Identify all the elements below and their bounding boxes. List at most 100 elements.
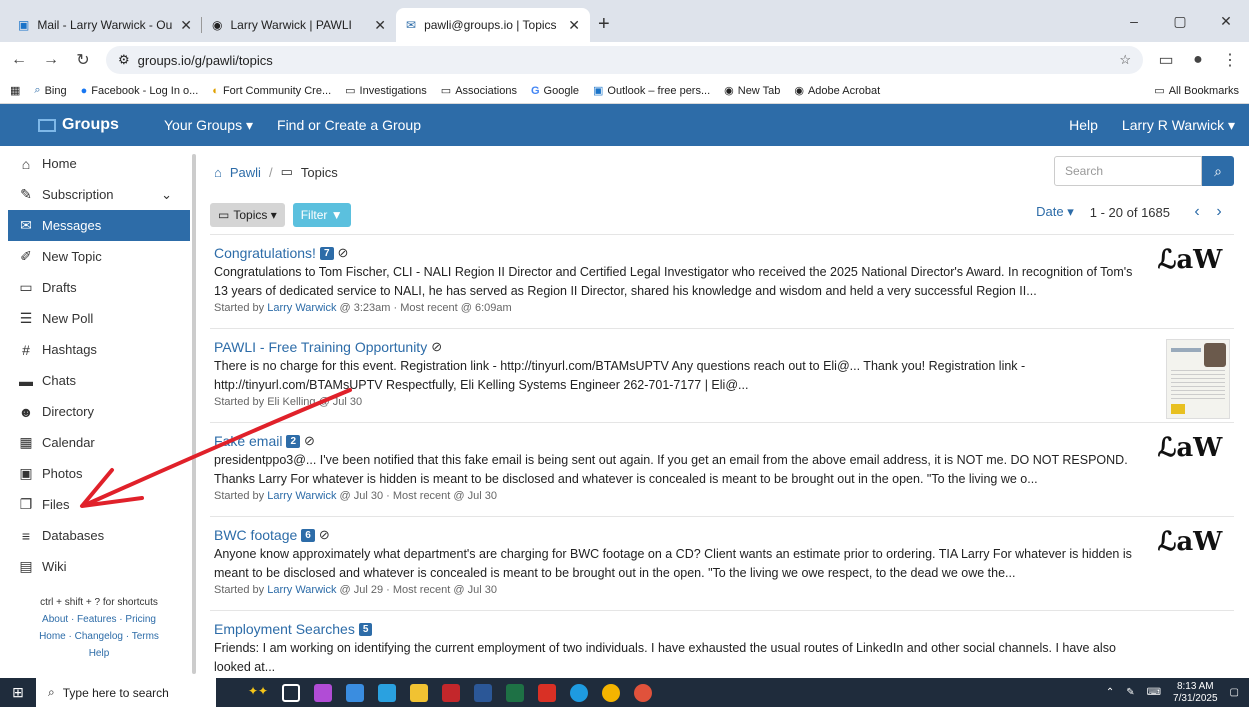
chevron-down-icon[interactable]: ⌄ — [161, 187, 172, 203]
sidebar-item-messages[interactable]: ✉ Messages — [8, 210, 190, 241]
user-menu[interactable]: Larry R Warwick ▾ — [1122, 117, 1235, 134]
bookmark-label: Fort Community Cre... — [222, 84, 332, 97]
filter-button[interactable]: Filter ▼ — [292, 203, 351, 227]
find-group-link[interactable]: Find or Create a Group — [277, 117, 421, 133]
page-nav: ‹ › — [1186, 203, 1230, 221]
attachment-thumbnail[interactable] — [1166, 339, 1230, 419]
url-field[interactable]: ⚙ groups.io/g/pawli/topics ☆ — [106, 46, 1143, 74]
chrome-icon[interactable] — [602, 683, 621, 702]
chrome-profile-icon[interactable] — [634, 683, 653, 702]
bookmark-investigations[interactable]: ▭ Investigations — [345, 84, 427, 98]
edge-icon[interactable] — [570, 683, 589, 702]
pen-icon[interactable]: ✎ — [1126, 687, 1134, 698]
bookmark-associations[interactable]: ▭ Associations — [441, 84, 517, 98]
sidebar-item-new-poll[interactable]: ☰ New Poll — [8, 303, 190, 334]
explorer-icon[interactable] — [410, 683, 429, 702]
topic-author[interactable]: Larry Warwick — [267, 490, 336, 502]
sort-date-dropdown[interactable]: Date ▾ — [1036, 204, 1074, 220]
topic-title[interactable]: Employment Searches — [214, 621, 355, 637]
topic-row[interactable]: BWC footage 6 ⊘ Anyone know approximately w… — [210, 516, 1234, 610]
sidebar-item-directory[interactable]: ☻ Directory — [8, 396, 190, 427]
sidebar-item-wiki[interactable]: ▤ Wiki — [8, 551, 190, 582]
topic-title[interactable]: PAWLI - Free Training Opportunity — [214, 339, 427, 355]
sidebar-footer: ctrl + shift + ? for shortcuts About · Fe… — [8, 594, 190, 662]
forward-icon[interactable]: → — [42, 51, 60, 69]
access-icon[interactable] — [442, 683, 461, 702]
topic-author[interactable]: Larry Warwick — [267, 584, 336, 596]
copilot-icon[interactable] — [314, 683, 333, 702]
sidebar-item-calendar[interactable]: ▦ Calendar — [8, 427, 190, 458]
help-link[interactable]: Help — [1069, 117, 1098, 134]
sidebar-item-home[interactable]: ⌂ Home — [8, 148, 190, 179]
topic-row[interactable]: Congratulations! 7 ⊘ Congratulations to Tom… — [210, 234, 1234, 328]
menu-icon[interactable]: ⋮ — [1221, 50, 1239, 70]
search-input[interactable]: Search — [1054, 156, 1202, 186]
topic-row[interactable]: Fake email 2 ⊘ presidentppo3@... I've been … — [210, 422, 1234, 516]
footer-links[interactable]: Home · Changelog · Terms — [8, 628, 190, 645]
tab-groups-topics[interactable]: ✉ pawli@groups.io | Topics ✕ — [396, 8, 590, 42]
excel-icon[interactable] — [506, 683, 525, 702]
topics-dropdown[interactable]: ▭ Topics ▾ — [210, 203, 285, 227]
taskbar-search[interactable]: ⌕ Type here to search — [36, 678, 216, 707]
new-tab-button[interactable]: + — [598, 13, 610, 36]
close-icon[interactable]: ✕ — [374, 17, 386, 34]
task-view-icon[interactable] — [282, 683, 301, 702]
topic-title[interactable]: BWC footage — [214, 527, 297, 543]
sidebar-item-databases[interactable]: ≡ Databases — [8, 520, 190, 551]
site-info-icon[interactable]: ⚙ — [118, 52, 130, 68]
sidebar-item-photos[interactable]: ▣ Photos — [8, 458, 190, 489]
topics-icon: ▭ — [280, 164, 293, 179]
breadcrumb-group[interactable]: Pawli — [230, 165, 261, 180]
topic-author[interactable]: Larry Warwick — [267, 302, 336, 314]
bookmark-fort[interactable]: ◐ Fort Community Cre... — [212, 85, 331, 97]
tab-pawli[interactable]: ◉ Larry Warwick | PAWLI ✕ — [202, 8, 396, 42]
groups-logo[interactable]: Groups — [14, 116, 164, 134]
clock[interactable]: 8:13 AM 7/31/2025 — [1173, 681, 1218, 705]
bookmark-outlook[interactable]: ▣ Outlook – free pers... — [593, 84, 710, 98]
star-icon[interactable]: ☆ — [1119, 52, 1131, 68]
acrobat-icon[interactable] — [538, 683, 557, 702]
bookmark-bing[interactable]: ⌕ Bing — [34, 84, 66, 97]
bookmark-google[interactable]: G Google — [531, 85, 579, 97]
bookmark-acrobat[interactable]: ◉ Adobe Acrobat — [794, 84, 880, 98]
your-groups-menu[interactable]: Your Groups ▾ — [164, 117, 253, 134]
sidebar-item-files[interactable]: ❐ Files — [8, 489, 190, 520]
close-icon[interactable]: ✕ — [568, 17, 580, 34]
maximize-button[interactable]: ▢ — [1157, 13, 1203, 30]
sidebar-scrollbar[interactable] — [192, 154, 196, 674]
topic-title[interactable]: Fake email — [214, 433, 282, 449]
footer-links[interactable]: About · Features · Pricing — [8, 611, 190, 628]
keyboard-icon[interactable]: ⌨ — [1147, 687, 1161, 698]
sidebar-item-subscription[interactable]: ✎ Subscription ⌄ — [8, 179, 190, 210]
topic-row[interactable]: PAWLI - Free Training Opportunity ⊘ There … — [210, 328, 1234, 422]
profile-icon[interactable]: ● — [1189, 51, 1207, 69]
sidepanel-icon[interactable]: ▭ — [1157, 50, 1175, 70]
topic-title[interactable]: Congratulations! — [214, 245, 316, 261]
next-page-icon[interactable]: › — [1208, 203, 1230, 221]
reload-icon[interactable]: ↻ — [74, 50, 92, 70]
windows-start-icon[interactable]: ⊞ — [0, 684, 36, 701]
store-icon[interactable] — [378, 683, 397, 702]
close-icon[interactable]: ✕ — [180, 17, 192, 34]
sidebar-item-new-topic[interactable]: ✐ New Topic — [8, 241, 190, 272]
bookmark-newtab[interactable]: ◉ New Tab — [724, 84, 780, 98]
app-icon[interactable] — [346, 683, 365, 702]
minimize-button[interactable]: – — [1111, 13, 1157, 29]
sparkle-icon[interactable]: ✦✦ — [248, 684, 268, 702]
chevron-up-icon[interactable]: ⌃ — [1106, 687, 1114, 698]
heading-bar — [1171, 348, 1201, 352]
close-window-button[interactable]: ✕ — [1203, 13, 1249, 30]
word-icon[interactable] — [474, 683, 493, 702]
sidebar-item-chats[interactable]: ▬ Chats — [8, 365, 190, 396]
apps-icon[interactable]: ▦ — [10, 84, 20, 97]
search-button[interactable]: ⌕ — [1202, 156, 1234, 186]
sidebar-item-hashtags[interactable]: # Hashtags — [8, 334, 190, 365]
footer-help-link[interactable]: Help — [8, 645, 190, 662]
bookmark-facebook[interactable]: ● Facebook - Log In o... — [81, 85, 199, 97]
notification-icon[interactable]: ▢ — [1230, 687, 1239, 698]
all-bookmarks[interactable]: ▭ All Bookmarks — [1154, 84, 1239, 98]
prev-page-icon[interactable]: ‹ — [1186, 203, 1208, 221]
back-icon[interactable]: ← — [10, 51, 28, 69]
tab-outlook[interactable]: ▣ Mail - Larry Warwick - Outlook ✕ — [8, 8, 202, 42]
sidebar-item-drafts[interactable]: ▭ Drafts — [8, 272, 190, 303]
